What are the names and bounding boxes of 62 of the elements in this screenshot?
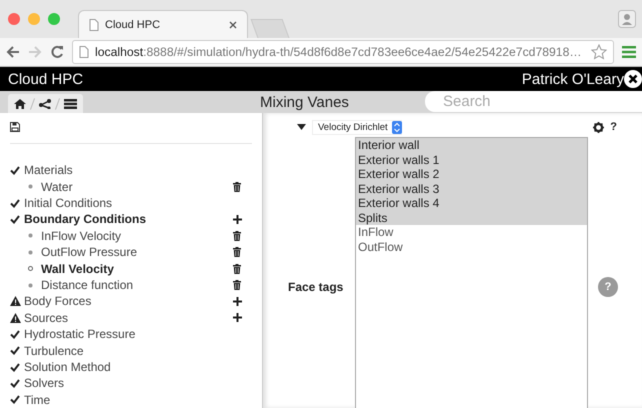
window-control-icon	[48, 13, 60, 25]
plus-icon[interactable]	[232, 296, 242, 306]
tree-item[interactable]: Turbulence	[24, 344, 84, 358]
plus-icon[interactable]	[232, 214, 242, 224]
page-icon	[89, 18, 99, 30]
forward-icon	[28, 45, 42, 59]
list-option[interactable]: Splits	[356, 210, 587, 225]
back-icon	[6, 45, 20, 59]
list-option[interactable]: Exterior walls 2	[356, 167, 587, 182]
collapse-icon	[297, 124, 306, 130]
share-icon	[39, 98, 51, 108]
tree-item[interactable]: InFlow Velocity	[41, 228, 122, 243]
trash-icon[interactable]	[233, 264, 241, 274]
plus-icon[interactable]	[232, 313, 242, 322]
tree-item[interactable]: Materials	[24, 163, 73, 178]
tree-item[interactable]: Wall Velocity	[41, 262, 114, 276]
save-icon	[10, 122, 20, 132]
tree-item[interactable]: Distance function	[41, 278, 134, 292]
star-icon	[591, 44, 607, 60]
sidebar-tab[interactable]	[8, 94, 83, 113]
type-dropdown[interactable]: Velocity Dirichlet	[312, 120, 402, 134]
tree-item[interactable]: OutFlow Pressure	[41, 245, 138, 260]
tree-item[interactable]: Solvers	[24, 376, 64, 390]
face-tags-list[interactable]: Interior wall Exterior walls 1 Exterior walls 2 Exterior walls 3 Exterior walls 4 Splits InFlow OutFlow	[355, 137, 588, 408]
browser-tab[interactable]: Cloud HPC	[78, 10, 248, 38]
tree-item[interactable]: Sources	[24, 310, 68, 325]
trash-icon[interactable]	[233, 280, 241, 290]
user-name[interactable]: Patrick O'Leary	[522, 70, 624, 88]
close-icon	[229, 20, 237, 28]
list-option[interactable]: Interior wall	[356, 138, 587, 152]
search-field[interactable]: Search	[425, 91, 642, 112]
server-icon	[64, 98, 77, 108]
tree-item[interactable]: Boundary Conditions	[24, 212, 146, 226]
tree-item[interactable]: Initial Conditions	[24, 196, 112, 210]
page-icon	[79, 46, 89, 58]
tree-item[interactable]: Hydrostatic Pressure	[24, 327, 136, 342]
tree-item[interactable]: Body Forces	[24, 294, 92, 308]
list-option[interactable]: Exterior walls 4	[356, 196, 587, 210]
stepper-icon	[392, 120, 402, 134]
address-bar[interactable]: localhost:8888/#/simulation/hydra-th/54d8f6d8e7cd783ee6ce4ae2/54e25422e7cd78918…	[72, 40, 614, 64]
trash-icon[interactable]	[233, 182, 241, 192]
tree-item[interactable]: Solution Method	[24, 360, 111, 374]
window-control-icon	[8, 13, 20, 25]
field-label: Face tags	[288, 280, 344, 294]
home-icon	[14, 98, 26, 108]
help-mark[interactable]: ?	[610, 121, 617, 133]
reload-icon	[50, 45, 64, 59]
tree-item[interactable]: Time	[24, 392, 50, 407]
window-control-icon	[28, 13, 40, 25]
app-title: Cloud HPC	[8, 70, 84, 88]
list-option[interactable]: InFlow	[356, 225, 587, 240]
tree-item[interactable]: Water	[41, 180, 73, 194]
profile-icon	[618, 10, 636, 28]
url-text: localhost:8888/#/simulation/hydra-th/54d8f6d8e7cd783ee6ce4ae2/54e25422e7cd78918…	[95, 45, 583, 59]
list-option[interactable]: OutFlow	[356, 240, 587, 254]
page-title: Mixing Vanes	[260, 94, 350, 110]
settings-icon	[593, 122, 604, 132]
list-option[interactable]: Exterior walls 1	[356, 152, 587, 167]
trash-icon[interactable]	[233, 230, 241, 241]
list-option[interactable]: Exterior walls 3	[356, 182, 587, 196]
trash-icon[interactable]	[233, 247, 241, 258]
menu-icon	[622, 46, 636, 58]
